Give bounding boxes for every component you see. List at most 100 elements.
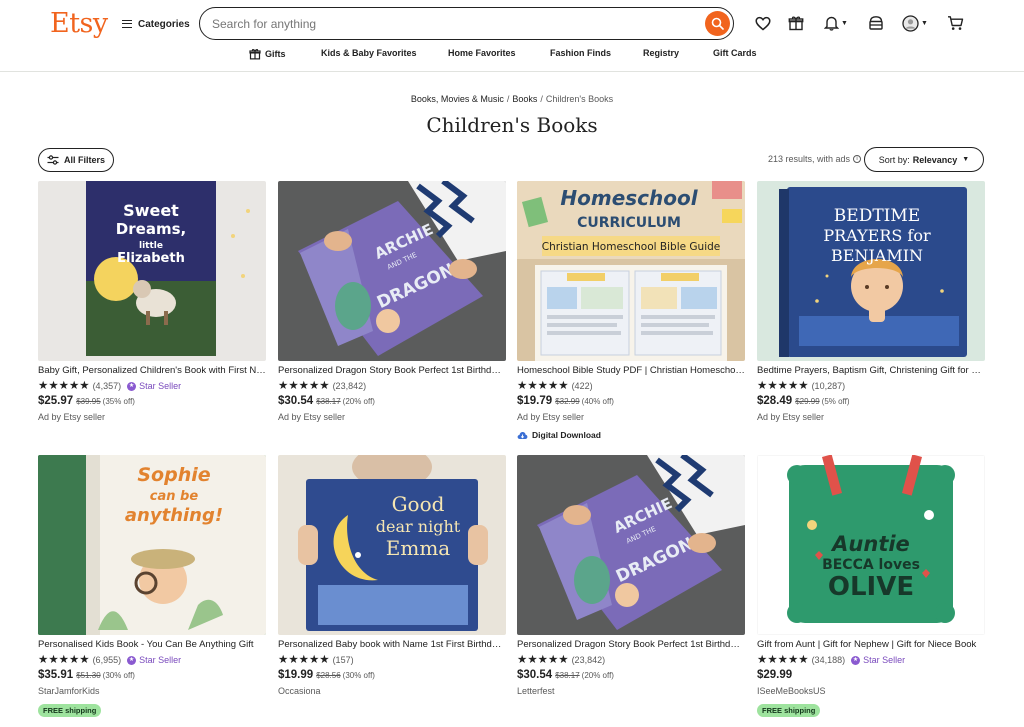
listing-title[interactable]: Personalized Dragon Story Book Perfect 1… (278, 365, 506, 377)
chevron-down-icon: ▼ (841, 19, 848, 27)
listing-image[interactable]: Auntie BECCA loves OLIVE (757, 455, 985, 635)
info-icon[interactable]: i (853, 155, 861, 163)
sort-prefix: Sort by: (878, 154, 910, 165)
sort-dropdown[interactable]: Sort by: Relevancy ▼ (864, 147, 984, 172)
svg-text:Sweet: Sweet (123, 201, 179, 220)
registry-button[interactable] (866, 13, 886, 33)
listing-image[interactable]: ARCHIE AND THE DRAGON (278, 181, 506, 361)
svg-text:dear night: dear night (376, 517, 461, 536)
seller-name: Ad by Etsy seller (757, 412, 825, 422)
breadcrumb-link[interactable]: Books (512, 94, 537, 104)
listing-card[interactable]: Sophie can be anything! Personalised Kid… (38, 455, 266, 718)
star-icon: ★ (298, 380, 309, 392)
original-price: $29.99 (795, 397, 820, 406)
listing-image[interactable]: Sophie can be anything! (38, 455, 266, 635)
listing-card[interactable]: BEDTIME PRAYERS for BENJAMIN Bedtime Pra… (757, 181, 985, 424)
original-price: $51.30 (76, 671, 101, 680)
listing-title[interactable]: Personalized Dragon Story Book Perfect 1… (517, 639, 745, 651)
heart-icon (755, 16, 771, 30)
star-seller-icon: ★ (127, 381, 137, 391)
listing-title[interactable]: Personalised Kids Book - You Can Be Anyt… (38, 639, 266, 651)
registry-icon (869, 16, 883, 30)
price: $25.97 (38, 395, 74, 407)
listing-image[interactable]: Sweet Dreams, little Elizabeth (38, 181, 266, 361)
gifts-button[interactable] (786, 13, 806, 33)
all-filters-button[interactable]: All Filters (38, 148, 114, 172)
star-icon: ★ (798, 654, 809, 666)
listing-card[interactable]: Homeschool CURRICULUM Christian Homescho… (517, 181, 745, 440)
listing-title[interactable]: Baby Gift, Personalized Children's Book … (38, 365, 266, 377)
account-button[interactable]: ▼ (899, 13, 931, 33)
price-row: $29.99 (757, 669, 985, 683)
site-header: Etsy Categories ▼ ▼ Gifts Kids & Baby Fa… (0, 0, 1024, 72)
star-rating: ★ ★ ★ ★ ★ (757, 654, 809, 666)
star-seller-badge: ★ Star Seller (851, 655, 905, 665)
star-icon: ★ (547, 654, 559, 666)
subnav-item-kids-baby[interactable]: Kids & Baby Favorites (321, 48, 417, 58)
seller-name[interactable]: Occasiona (278, 686, 506, 698)
all-filters-label: All Filters (63, 155, 105, 165)
favorites-button[interactable] (753, 13, 773, 33)
star-seller-badge: ★ Star Seller (127, 381, 181, 391)
seller-name: Ad by Etsy seller (38, 412, 106, 422)
svg-text:Emma: Emma (386, 536, 451, 560)
listing-title[interactable]: Bedtime Prayers, Baptism Gift, Christeni… (757, 365, 985, 377)
categories-label: Categories (138, 18, 190, 30)
search-button[interactable] (705, 11, 730, 36)
listing-image[interactable]: ARCHIE AND THE DRAGON (517, 455, 745, 635)
chevron-down-icon: ▼ (962, 156, 970, 163)
listing-image[interactable]: Homeschool CURRICULUM Christian Homescho… (517, 181, 745, 361)
listing-card[interactable]: Good dear night Emma Personalized Baby b… (278, 455, 506, 698)
rating: ★ ★ ★ ★ ★ (23,842) (517, 654, 745, 666)
svg-text:BEDTIME: BEDTIME (834, 206, 920, 226)
etsy-logo[interactable]: Etsy (50, 8, 108, 39)
star-icon: ★ (278, 654, 289, 666)
seller-name[interactable]: ISeeMeBooksUS (757, 686, 985, 698)
categories-button[interactable]: Categories (122, 15, 190, 33)
breadcrumb-link[interactable]: Books, Movies & Music (411, 94, 504, 104)
star-icon: ★ (288, 380, 299, 392)
star-rating: ★ ★ ★ ★ ★ (517, 380, 569, 392)
listing-title[interactable]: Personalized Baby book with Name 1st Fir… (278, 639, 506, 651)
seller-name[interactable]: StarJamforKids (38, 686, 266, 698)
listing-card[interactable]: Sweet Dreams, little Elizabeth Baby Gift… (38, 181, 266, 424)
star-icon: ★ (68, 380, 80, 392)
listing-card[interactable]: ARCHIE AND THE DRAGON Personalized Drago… (278, 181, 506, 424)
star-rating: ★ ★ ★ ★ ★ (278, 380, 330, 392)
svg-text:Auntie: Auntie (830, 532, 910, 556)
subnav-item-fashion[interactable]: Fashion Finds (550, 48, 611, 58)
gift-icon (249, 49, 261, 60)
star-icon: ★ (48, 654, 59, 666)
price: $29.99 (757, 669, 793, 681)
listing-image[interactable]: Good dear night Emma (278, 455, 506, 635)
review-count: (422) (571, 381, 593, 391)
listing-title[interactable]: Homeschool Bible Study PDF | Christian H… (517, 365, 745, 377)
seller-name[interactable]: Letterfest (517, 686, 745, 698)
search-input[interactable] (212, 15, 692, 32)
subnav-item-gift-cards[interactable]: Gift Cards (713, 48, 757, 58)
subnav-item-gifts[interactable]: Gifts (249, 48, 286, 60)
discount: (40% off) (581, 397, 614, 406)
star-seller-badge: ★ Star Seller (127, 655, 181, 665)
listing-card[interactable]: Auntie BECCA loves OLIVE Gift from Aunt … (757, 455, 985, 718)
discount: (20% off) (581, 671, 614, 680)
price: $30.54 (278, 395, 314, 407)
price: $30.54 (517, 669, 553, 681)
cart-button[interactable] (945, 13, 965, 33)
star-icon: ★ (298, 654, 309, 666)
subnav-item-home[interactable]: Home Favorites (448, 48, 516, 58)
star-seller-label: Star Seller (863, 655, 906, 665)
listing-card[interactable]: ARCHIE AND THE DRAGON Personalized Drago… (517, 455, 745, 698)
notifications-button[interactable]: ▼ (820, 13, 852, 33)
svg-text:BENJAMIN: BENJAMIN (831, 246, 923, 265)
rating: ★ ★ ★ ★ ★ (422) (517, 380, 745, 392)
star-icon: ★ (767, 654, 778, 666)
star-seller-icon: ★ (851, 655, 861, 665)
search-bar (199, 7, 734, 40)
star-rating: ★ ★ ★ ★ ★ (38, 654, 90, 666)
listing-image[interactable]: BEDTIME PRAYERS for BENJAMIN (757, 181, 985, 361)
subnav-item-registry[interactable]: Registry (643, 48, 679, 58)
star-icon: ★ (757, 380, 768, 392)
listing-title[interactable]: Gift from Aunt | Gift for Nephew | Gift … (757, 639, 985, 651)
seller-name: Ad by Etsy seller (517, 412, 585, 422)
